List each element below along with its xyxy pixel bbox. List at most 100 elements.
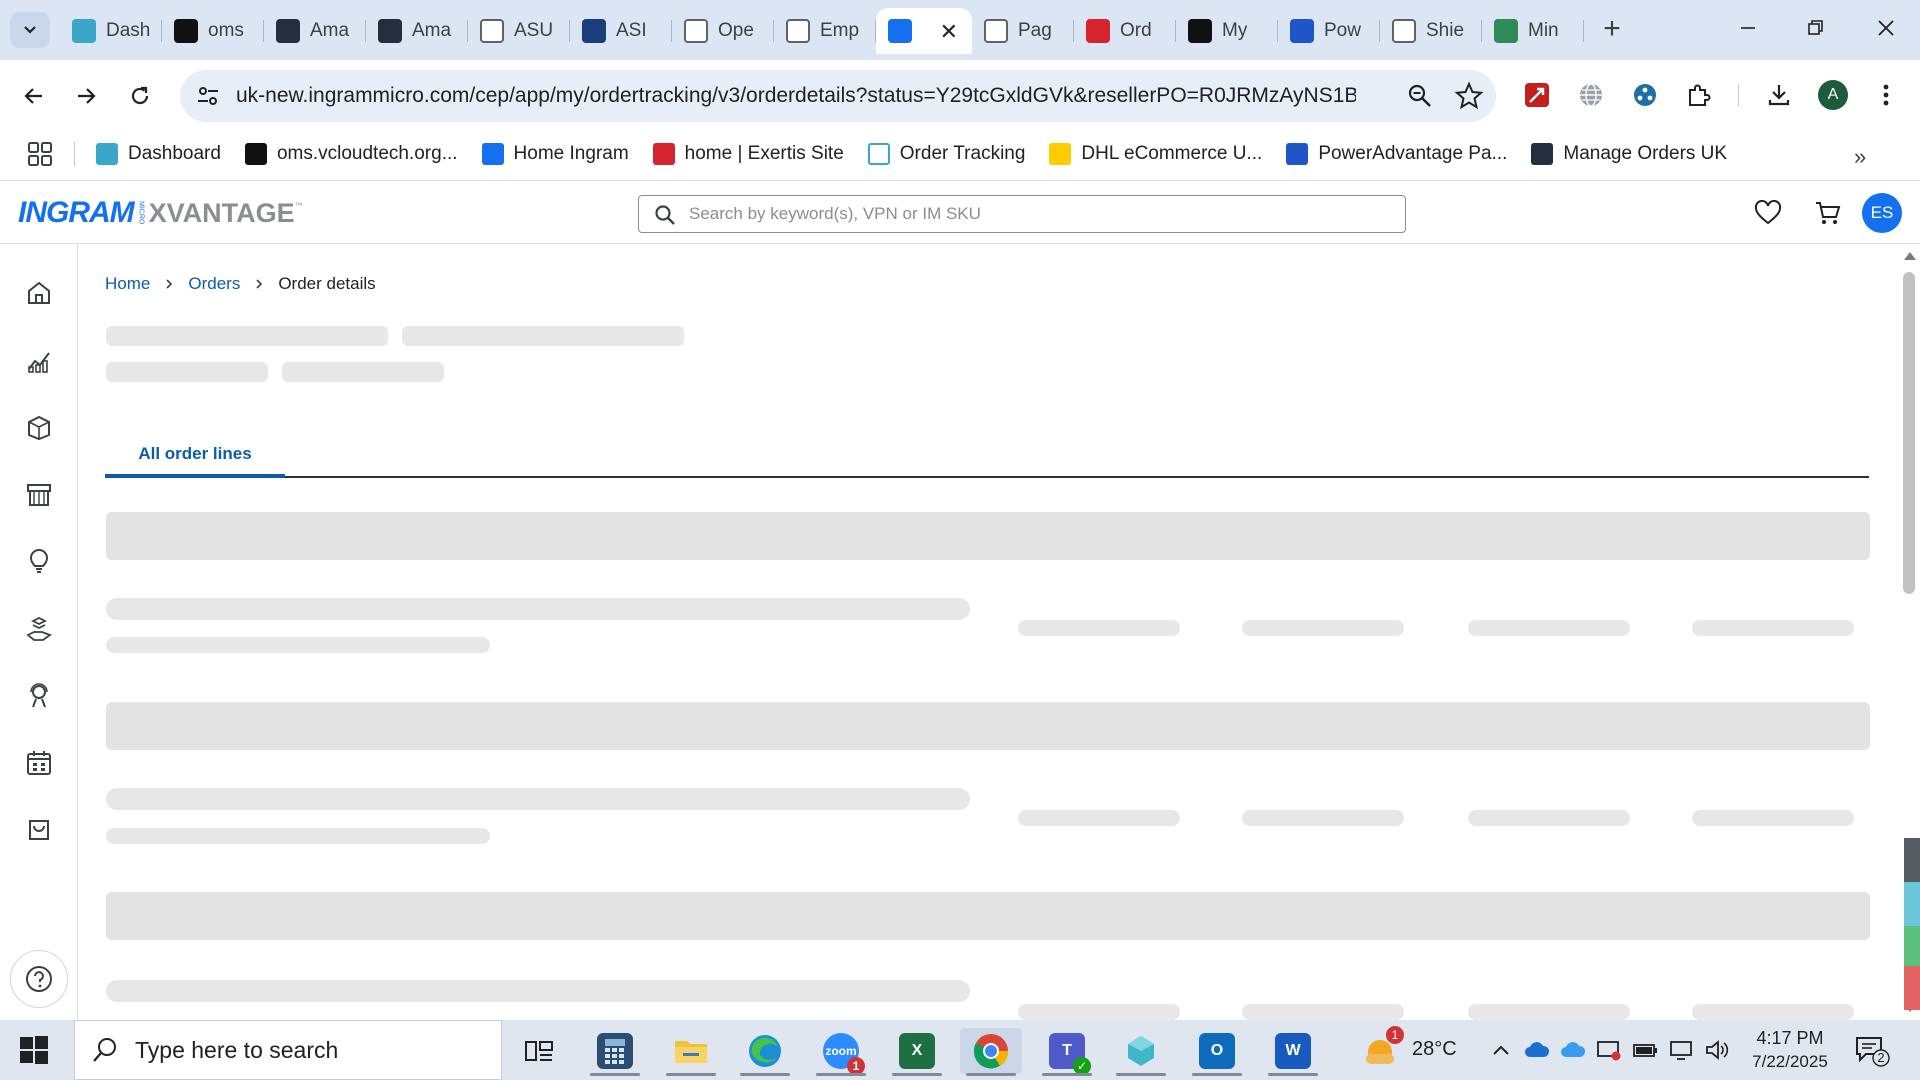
extensions-button[interactable] — [1682, 78, 1716, 112]
search-icon — [93, 1038, 116, 1062]
address-bar[interactable]: uk-new.ingrammicro.com/cep/app/my/ordert… — [180, 70, 1496, 122]
taskbar-clock[interactable]: 4:17 PM 7/22/2025 — [1740, 1026, 1840, 1074]
reload-button[interactable] — [122, 78, 158, 114]
tab-search-button[interactable] — [10, 12, 50, 48]
tab-all-order-lines[interactable]: All order lines — [105, 430, 285, 478]
browser-tab[interactable]: Emp — [774, 8, 876, 54]
weather-widget[interactable]: 1 28°C — [1362, 1026, 1457, 1068]
nav-shopping[interactable] — [22, 812, 56, 846]
nav-services[interactable] — [22, 612, 56, 646]
show-hidden-icons-button[interactable] — [1488, 1038, 1514, 1062]
skeleton-cell — [1018, 620, 1180, 636]
taskbar-search-box[interactable]: Type here to search — [74, 1020, 502, 1080]
taskbar-file-explorer[interactable] — [660, 1028, 722, 1076]
bookmarks-overflow-button[interactable]: » — [1854, 144, 1866, 170]
calendar-icon — [27, 751, 51, 775]
browser-tab[interactable]: ASU — [468, 8, 570, 54]
nav-products[interactable] — [22, 410, 56, 444]
downloads-button[interactable] — [1762, 78, 1796, 112]
skeleton-title — [402, 326, 684, 346]
pdf-extension-button[interactable] — [1520, 78, 1554, 112]
browser-tab[interactable]: Pag — [972, 8, 1074, 54]
taskbar-outlook[interactable]: O — [1186, 1028, 1248, 1076]
taskbar-teams[interactable]: T ✓ — [1036, 1028, 1098, 1076]
share-extension-button[interactable] — [1628, 78, 1662, 112]
apps-grid-icon[interactable] — [26, 140, 54, 168]
product-search-input[interactable] — [689, 198, 1389, 230]
tray-volume[interactable] — [1704, 1038, 1730, 1062]
bookmark-item[interactable]: DHL eCommerce U... — [1049, 138, 1262, 170]
restore-button[interactable] — [1796, 12, 1836, 44]
tray-security[interactable] — [1596, 1038, 1622, 1062]
browser-tab[interactable]: Ama — [366, 8, 468, 54]
skeleton-cell — [1692, 810, 1854, 826]
bookmark-item[interactable]: PowerAdvantage Pa... — [1286, 138, 1507, 170]
windows-start-icon[interactable] — [18, 1034, 50, 1066]
browser-tab[interactable]: Shie — [1380, 8, 1482, 54]
tray-battery[interactable] — [1632, 1038, 1658, 1062]
taskbar-edge[interactable] — [734, 1028, 796, 1076]
url-text[interactable]: uk-new.ingrammicro.com/cep/app/my/ordert… — [236, 84, 1356, 108]
tray-onedrive-personal[interactable] — [1560, 1038, 1586, 1062]
taskbar-word[interactable]: W — [1262, 1028, 1324, 1076]
bookmark-item[interactable]: Manage Orders UK — [1531, 138, 1727, 170]
help-button[interactable] — [10, 950, 68, 1008]
lightbulb-icon — [29, 549, 49, 573]
favorites-button[interactable] — [1752, 197, 1784, 229]
close-window-button[interactable] — [1866, 12, 1906, 44]
breadcrumb-orders-link[interactable]: Orders — [188, 274, 240, 294]
browser-tab[interactable]: ASI — [570, 8, 672, 54]
nav-orders[interactable] — [22, 478, 56, 512]
browser-tab[interactable]: Ord — [1074, 8, 1176, 54]
nav-home[interactable] — [22, 276, 56, 310]
stack-hand-icon — [26, 616, 52, 641]
bookmark-item[interactable]: oms.vcloudtech.org... — [244, 138, 458, 170]
scroll-thumb[interactable] — [1903, 272, 1915, 594]
nav-calendar[interactable] — [22, 746, 56, 780]
ingram-dashboard-icon — [72, 19, 96, 43]
close-tab-icon[interactable]: ✕ — [940, 19, 958, 45]
logo-ingram-text: INGRAM — [18, 196, 135, 229]
forward-button[interactable] — [68, 78, 104, 114]
browser-menu-button[interactable] — [1876, 78, 1896, 112]
tray-onedrive[interactable] — [1524, 1038, 1550, 1062]
notification-center-button[interactable]: 2 — [1854, 1034, 1890, 1068]
bookmark-item[interactable]: Home Ingram — [481, 138, 629, 170]
taskbar-excel[interactable]: X — [886, 1028, 948, 1076]
bookmark-item[interactable]: home | Exertis Site — [652, 138, 844, 170]
profile-avatar[interactable]: A — [1818, 80, 1848, 110]
xvantage-logo[interactable]: INGRAM MICRO XVANTAGE ™ — [18, 196, 303, 229]
taskbar-chrome[interactable] — [960, 1028, 1022, 1076]
bookmark-star-icon[interactable] — [1454, 81, 1484, 111]
bookmark-item[interactable]: Dashboard — [96, 138, 221, 170]
nav-support[interactable] — [22, 678, 56, 712]
browser-tab[interactable]: Ama — [264, 8, 366, 54]
zoom-icon[interactable] — [1406, 82, 1434, 110]
minimize-button[interactable] — [1728, 12, 1768, 44]
nav-analytics[interactable] — [22, 344, 56, 378]
scroll-up-arrow[interactable] — [1904, 252, 1916, 260]
nav-insights[interactable] — [22, 544, 56, 578]
user-avatar[interactable]: ES — [1862, 193, 1902, 233]
globe-extension-button[interactable] — [1574, 78, 1608, 112]
browser-tab[interactable]: Ope — [672, 8, 774, 54]
zoom-icon: zoom 1 — [823, 1033, 865, 1075]
browser-tab[interactable]: Min — [1482, 8, 1584, 54]
new-tab-button[interactable]: + — [1596, 14, 1628, 44]
taskbar-calculator[interactable] — [584, 1028, 646, 1076]
cart-button[interactable] — [1812, 197, 1844, 229]
browser-tab[interactable]: Pow — [1278, 8, 1380, 54]
tray-network[interactable] — [1668, 1038, 1694, 1062]
taskbar-app-crystal[interactable] — [1110, 1028, 1172, 1076]
task-view-button[interactable] — [508, 1028, 570, 1074]
browser-tab[interactable]: oms — [162, 8, 264, 54]
breadcrumb-home-link[interactable]: Home — [105, 274, 150, 294]
site-settings-icon[interactable] — [194, 82, 222, 110]
browser-tab[interactable]: ✕ — [876, 8, 972, 54]
back-button[interactable] — [16, 78, 52, 114]
browser-tab[interactable]: My — [1176, 8, 1278, 54]
taskbar-zoom[interactable]: zoom 1 — [810, 1028, 872, 1076]
browser-tab[interactable]: Dash — [60, 8, 162, 54]
bookmark-item[interactable]: Order Tracking — [867, 138, 1025, 170]
bookmark-list: Dashboard oms.vcloudtech.org... Home Ingra… — [96, 138, 1727, 170]
